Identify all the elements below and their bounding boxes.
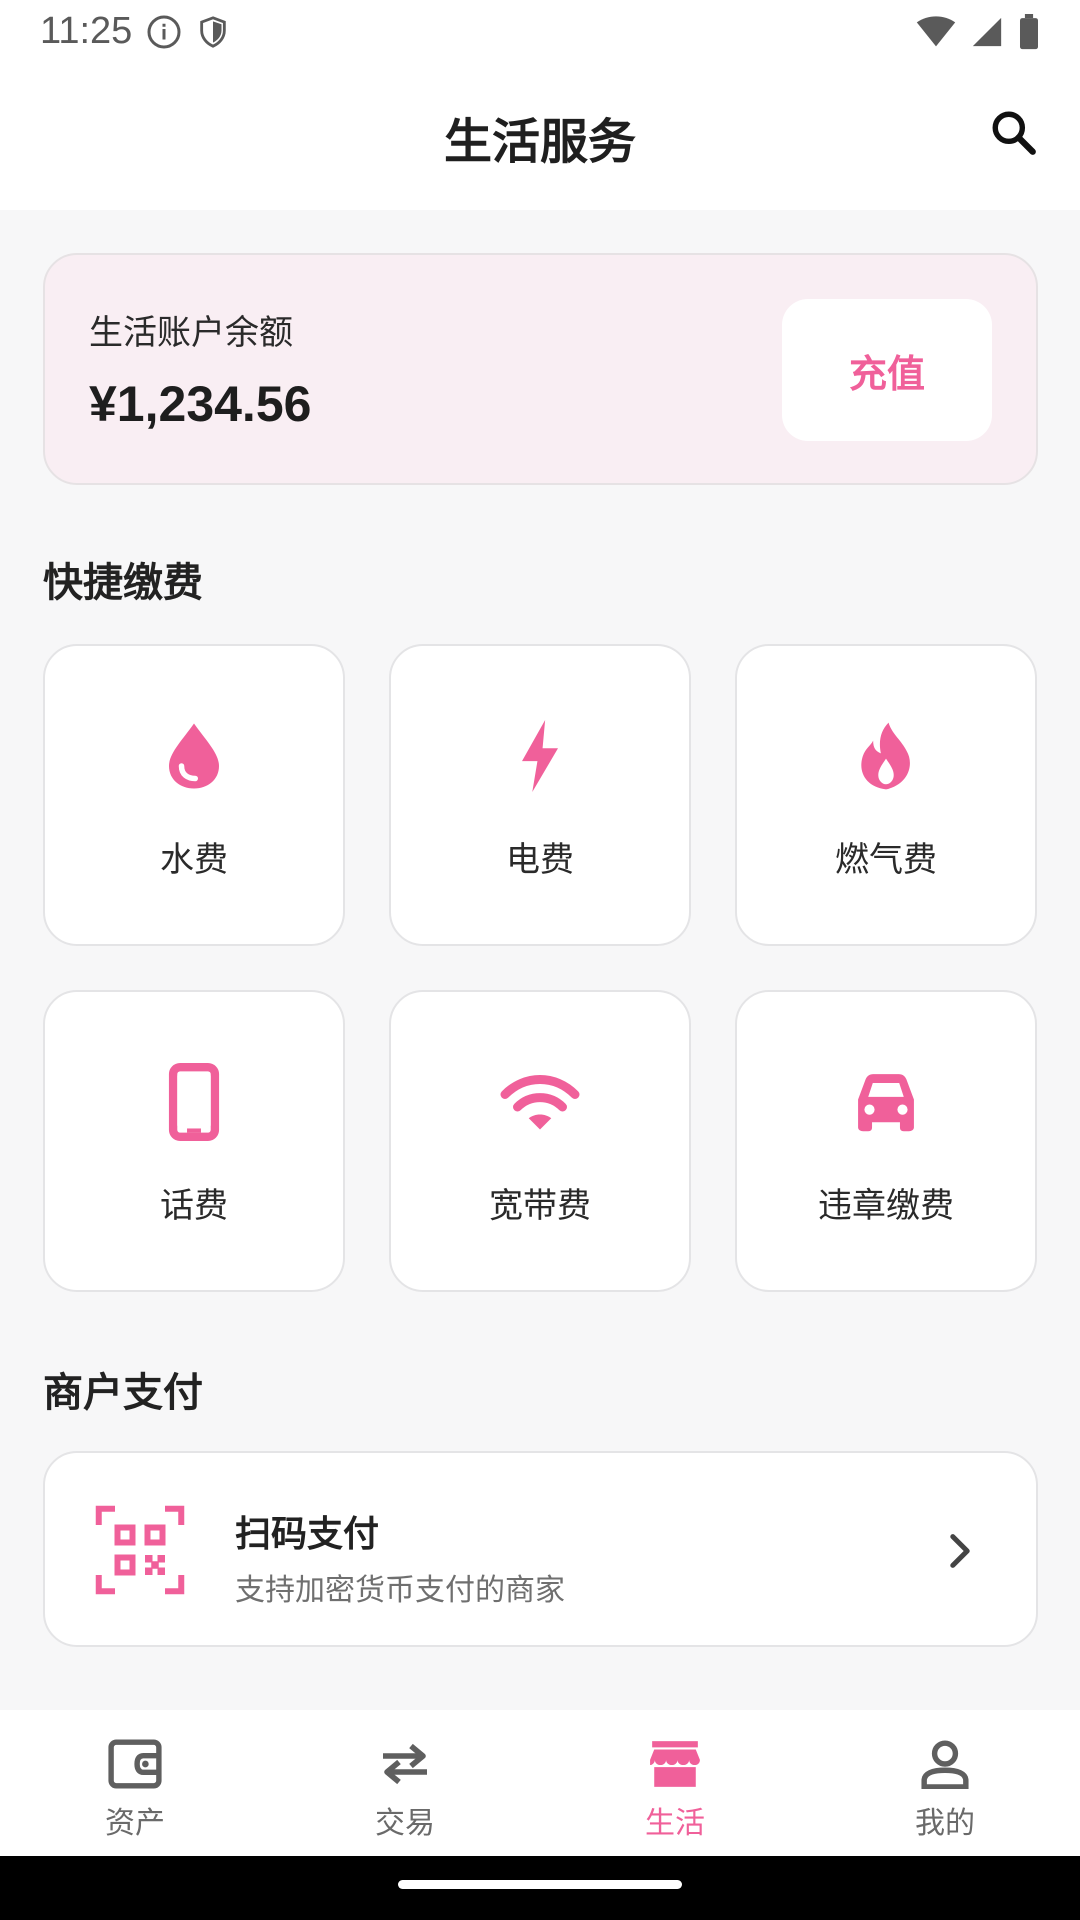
wifi-signal-icon bbox=[916, 15, 956, 48]
nav-label: 交易 bbox=[375, 1806, 435, 1841]
merchant-item-subtitle: 支持加密货币支付的商家 bbox=[235, 1573, 565, 1608]
broadband-bill-tile[interactable]: 宽带费 bbox=[389, 990, 691, 1292]
tile-label: 违章缴费 bbox=[818, 1186, 954, 1226]
traffic-fine-tile[interactable]: 违章缴费 bbox=[735, 990, 1037, 1292]
gas-bill-tile[interactable]: 燃气费 bbox=[735, 644, 1037, 946]
nav-item-trade[interactable]: 交易 bbox=[270, 1710, 540, 1856]
battery-icon bbox=[1018, 13, 1040, 50]
app-header: 生活服务 bbox=[0, 63, 1080, 210]
screen: 11:25 生活服务 生活账户余额 ¥1,234.56 充值 快捷缴费 水费 电… bbox=[0, 0, 1080, 1920]
search-icon[interactable] bbox=[986, 105, 1042, 161]
merchant-item-title: 扫码支付 bbox=[235, 1514, 380, 1555]
electric-bill-tile[interactable]: 电费 bbox=[389, 644, 691, 946]
phone-icon bbox=[45, 1063, 343, 1141]
quick-pay-title: 快捷缴费 bbox=[43, 560, 203, 606]
scan-pay-item[interactable]: 扫码支付 支持加密货币支付的商家 bbox=[43, 1451, 1038, 1647]
nav-item-assets[interactable]: 资产 bbox=[0, 1710, 270, 1856]
balance-card: 生活账户余额 ¥1,234.56 充值 bbox=[43, 253, 1038, 485]
status-bar: 11:25 bbox=[0, 0, 1080, 63]
water-bill-tile[interactable]: 水费 bbox=[43, 644, 345, 946]
flame-icon bbox=[737, 720, 1035, 792]
shield-icon bbox=[196, 14, 230, 50]
tile-label: 电费 bbox=[506, 840, 574, 880]
chevron-right-icon bbox=[940, 1529, 980, 1573]
tile-label: 水费 bbox=[160, 840, 228, 880]
balance-amount: ¥1,234.56 bbox=[89, 376, 312, 432]
cell-signal-icon bbox=[970, 15, 1004, 49]
wallet-icon bbox=[107, 1736, 163, 1792]
nav-label: 我的 bbox=[915, 1806, 975, 1841]
tile-label: 话费 bbox=[160, 1186, 228, 1226]
nav-label: 资产 bbox=[105, 1806, 165, 1841]
swap-icon bbox=[377, 1736, 433, 1792]
water-drop-icon bbox=[45, 720, 343, 792]
nav-item-me[interactable]: 我的 bbox=[810, 1710, 1080, 1856]
status-time: 11:25 bbox=[40, 10, 133, 52]
balance-label: 生活账户余额 bbox=[89, 313, 293, 353]
lightning-icon bbox=[391, 720, 689, 792]
status-right bbox=[916, 13, 1040, 50]
car-icon bbox=[737, 1066, 1035, 1138]
person-icon bbox=[917, 1736, 973, 1792]
tile-label: 宽带费 bbox=[489, 1186, 591, 1226]
qr-code-icon bbox=[95, 1505, 185, 1595]
status-left: 11:25 bbox=[40, 10, 230, 53]
store-icon bbox=[647, 1736, 703, 1792]
phone-bill-tile[interactable]: 话费 bbox=[43, 990, 345, 1292]
home-gesture-handle[interactable] bbox=[398, 1880, 682, 1889]
nav-label: 生活 bbox=[645, 1806, 705, 1841]
system-gesture-bar bbox=[0, 1856, 1080, 1920]
page-title: 生活服务 bbox=[443, 113, 636, 170]
nav-item-life[interactable]: 生活 bbox=[540, 1710, 810, 1856]
info-icon bbox=[146, 14, 182, 50]
merchant-section-title: 商户支付 bbox=[43, 1370, 203, 1416]
recharge-button[interactable]: 充值 bbox=[782, 299, 992, 441]
wifi-icon bbox=[391, 1066, 689, 1138]
bottom-nav: 资产 交易 生活 我的 bbox=[0, 1710, 1080, 1856]
tile-label: 燃气费 bbox=[835, 840, 937, 880]
